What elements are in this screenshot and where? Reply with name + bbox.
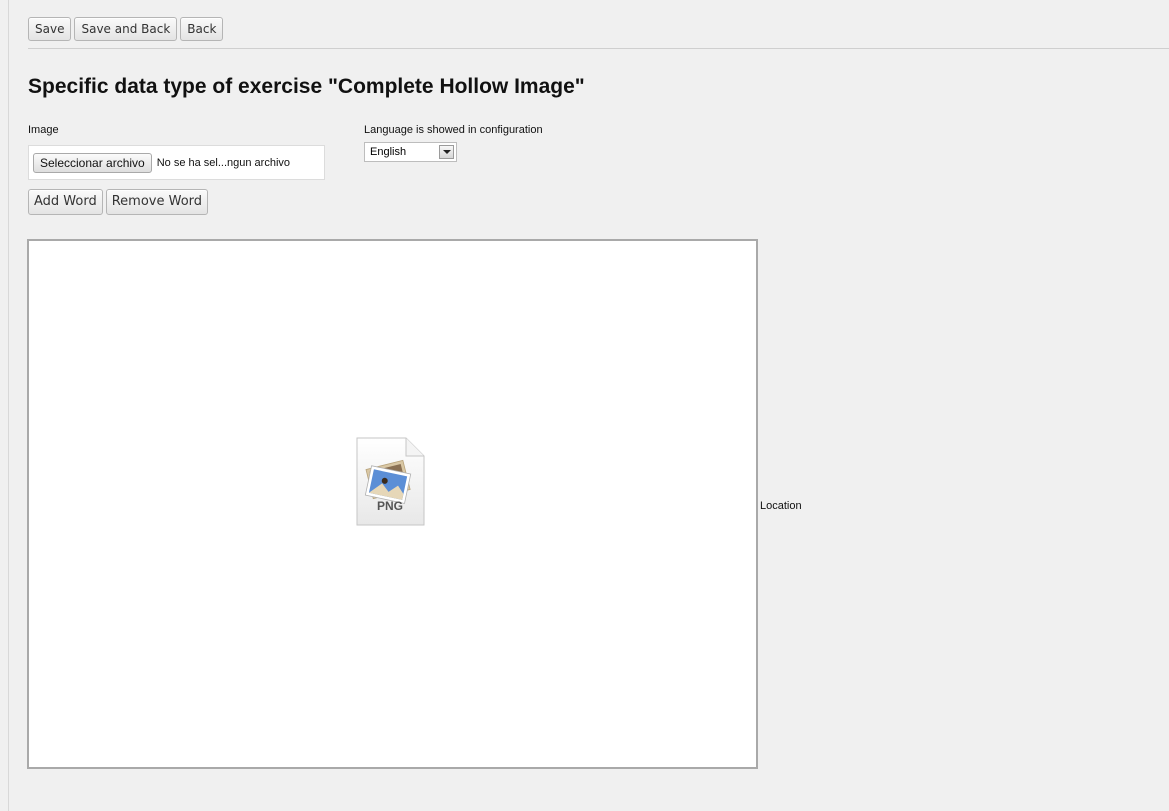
add-word-button[interactable]: Add Word [28, 189, 103, 215]
png-icon-label: PNG [376, 499, 403, 513]
remove-word-button[interactable]: Remove Word [105, 189, 209, 215]
location-label: Location [760, 500, 802, 512]
file-status-text: No se ha sel...ngun archivo [156, 156, 291, 169]
png-file-icon: PNG [354, 437, 426, 527]
save-and-back-button[interactable]: Save and Back [74, 17, 178, 41]
language-label: Language is showed in configuration [364, 124, 543, 136]
back-button[interactable]: Back [180, 17, 224, 41]
chevron-down-icon[interactable] [439, 145, 454, 159]
toolbar-divider [28, 48, 1169, 49]
image-canvas[interactable]: PNG [27, 239, 758, 769]
save-button[interactable]: Save [28, 17, 72, 41]
word-buttons: Add Word Remove Word [28, 189, 209, 215]
image-label: Image [28, 124, 59, 136]
language-selected-value: English [370, 146, 407, 158]
left-border [8, 0, 9, 811]
choose-file-button[interactable]: Seleccionar archivo [33, 152, 152, 173]
image-file-input[interactable]: Seleccionar archivo No se ha sel...ngun … [28, 145, 325, 180]
language-select[interactable]: English [364, 142, 457, 162]
page-title: Specific data type of exercise "Complete… [28, 75, 585, 98]
toolbar: Save Save and Back Back [28, 17, 224, 41]
